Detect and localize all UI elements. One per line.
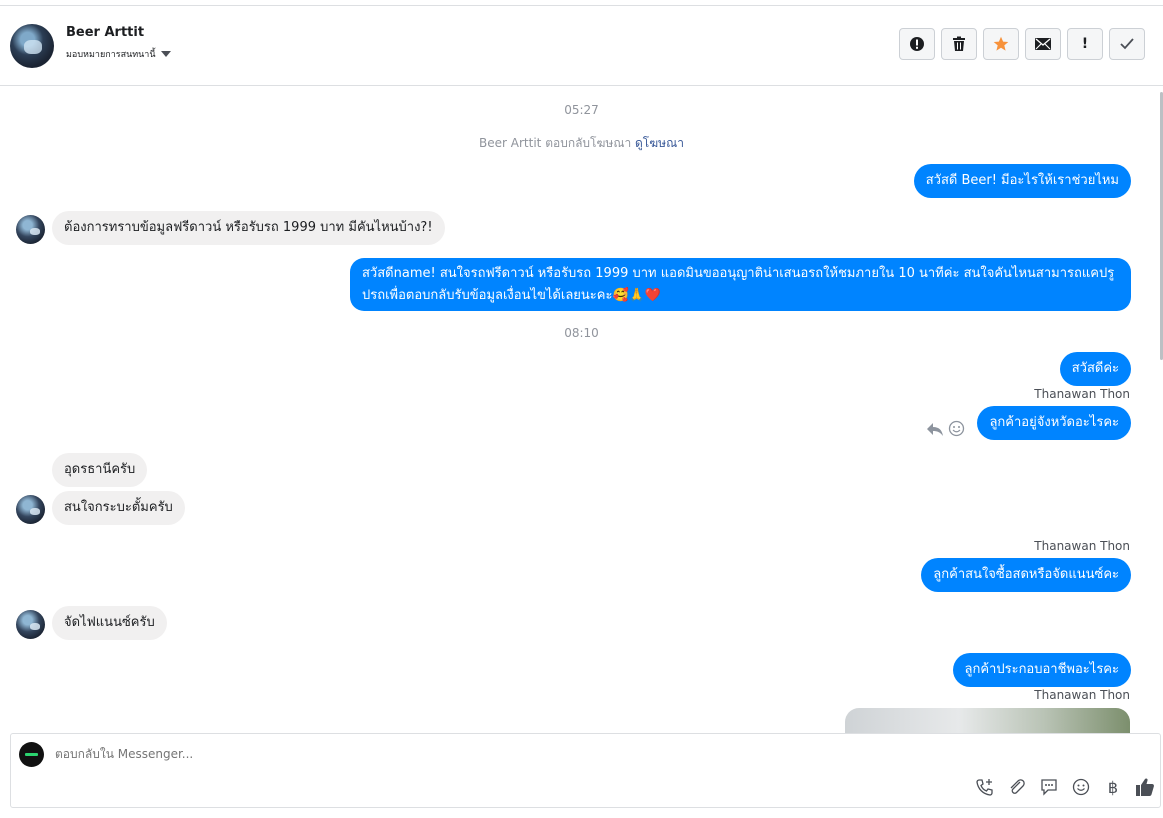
sender-name: Thanawan Thon [1034, 539, 1130, 553]
like-button[interactable] [1134, 776, 1156, 798]
saved-reply-icon [1041, 779, 1057, 796]
exclamation-icon: ! [1081, 36, 1089, 52]
alert-circle-icon [910, 37, 924, 51]
sender-name: Thanawan Thon [1034, 387, 1130, 401]
message-outgoing-long[interactable]: สวัสดีname! สนใจรถฟรีดาวน์ หรือรับรถ 199… [350, 258, 1131, 311]
message-outgoing[interactable]: สวัสดี Beer! มีอะไรให้เราช่วยไหม [913, 164, 1131, 198]
message-composer: ฿ [10, 733, 1161, 808]
contact-name[interactable]: Beer Arttit [66, 25, 144, 40]
report-spam-button[interactable] [899, 28, 935, 60]
view-ad-link[interactable]: ดูโฆษณา [635, 136, 684, 150]
message-incoming[interactable]: จัดไฟแนนซ์ครับ [52, 606, 167, 640]
attach-button[interactable] [1006, 776, 1028, 798]
ad-reply-notice: Beer Arttit ตอบกลับโฆษณา ดูโฆษณา [0, 134, 1163, 153]
saved-replies-button[interactable] [1038, 776, 1060, 798]
reply-input[interactable] [55, 747, 755, 761]
delete-button[interactable] [941, 28, 977, 60]
call-button[interactable] [974, 776, 996, 798]
emoji-button[interactable] [1070, 776, 1092, 798]
mark-done-button[interactable] [1109, 28, 1145, 60]
phone-add-icon [976, 779, 993, 796]
message-incoming[interactable]: ต้องการทราบข้อมูลฟรีดาวน์ หรือรับรถ 1999… [52, 211, 445, 245]
contact-avatar-small[interactable] [16, 215, 45, 244]
paperclip-icon [1010, 779, 1025, 794]
emoji-icon [1072, 778, 1090, 796]
timestamp: 05:27 [564, 103, 599, 117]
check-icon [1120, 38, 1134, 50]
envelope-icon [1035, 38, 1051, 50]
star-icon [993, 36, 1009, 51]
composer-tools: ฿ [974, 776, 1156, 798]
reply-icon[interactable] [926, 421, 944, 437]
message-outgoing[interactable]: ลูกค้าสนใจซื้อสดหรือจัดแนนซ์คะ [921, 558, 1131, 592]
thumbs-up-icon [1136, 778, 1154, 796]
react-emoji-icon[interactable] [948, 420, 965, 437]
contact-avatar[interactable] [10, 24, 54, 68]
baht-icon: ฿ [1107, 777, 1119, 797]
message-outgoing[interactable]: ลูกค้าอยู่จังหวัดอะไรคะ [977, 406, 1131, 440]
trash-icon [953, 36, 965, 51]
payment-button[interactable]: ฿ [1102, 776, 1124, 798]
star-button[interactable] [983, 28, 1019, 60]
assign-label: มอบหมายการสนทนานี้ [66, 50, 156, 60]
timestamp: 08:10 [564, 326, 599, 340]
message-incoming[interactable]: สนใจกระบะตั้มครับ [52, 491, 185, 525]
sender-name: Thanawan Thon [1034, 688, 1130, 702]
mark-important-button[interactable]: ! [1067, 28, 1103, 60]
caret-down-icon [160, 51, 171, 57]
ad-reply-text: Beer Arttit ตอบกลับโฆษณา [479, 136, 632, 150]
contact-avatar-small[interactable] [16, 610, 45, 639]
mark-unread-button[interactable] [1025, 28, 1061, 60]
message-incoming[interactable]: อุดรธานีครับ [52, 453, 148, 487]
page-avatar [19, 742, 44, 767]
contact-avatar-small[interactable] [16, 495, 45, 524]
assign-conversation-dropdown[interactable]: มอบหมายการสนทนานี้ [66, 47, 171, 61]
conversation-header: Beer Arttit มอบหมายการสนทนานี้ ! [0, 6, 1163, 86]
header-actions: ! [899, 28, 1145, 60]
message-outgoing[interactable]: ลูกค้าประกอบอาชีพอะไรคะ [952, 653, 1131, 687]
message-outgoing[interactable]: สวัสดีค่ะ [1059, 352, 1131, 386]
